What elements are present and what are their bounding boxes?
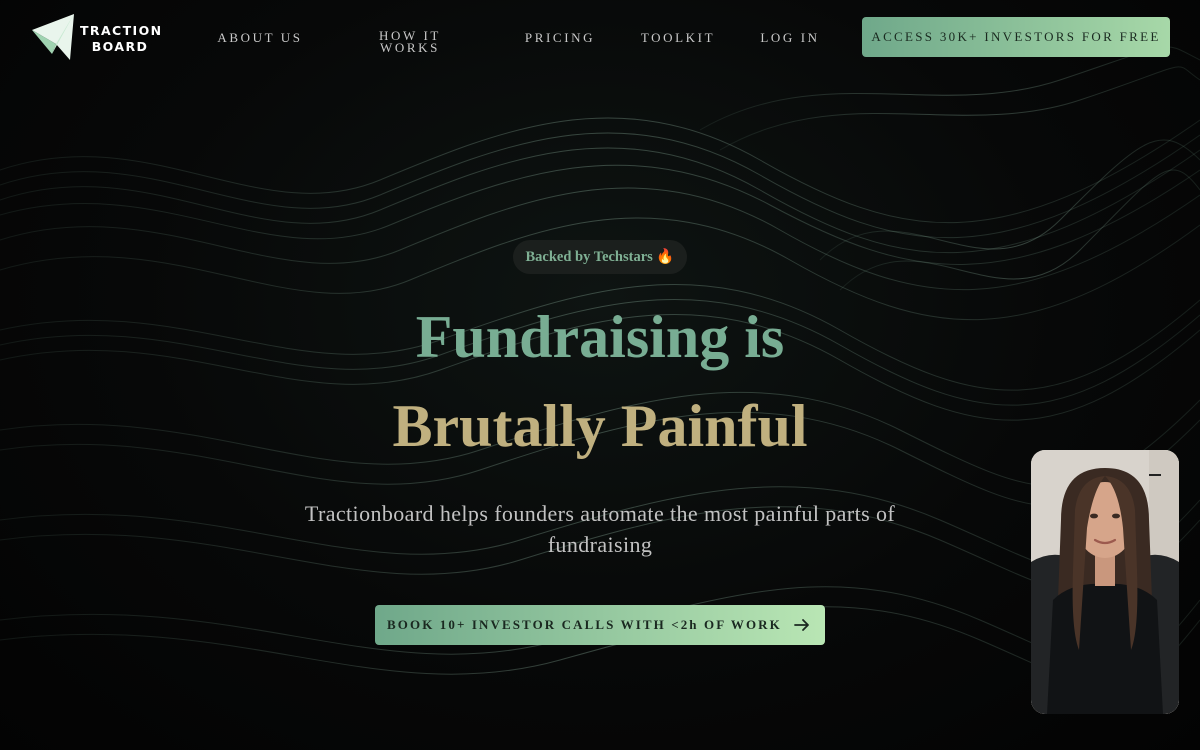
nav-log-in[interactable]: LOG IN: [748, 31, 832, 44]
top-nav: TRACTION BOARD ABOUT US HOW IT WORKS PRI…: [0, 0, 1200, 76]
hero-title-line-2: Brutally Painful: [392, 393, 808, 459]
book-investor-calls-button[interactable]: BOOK 10+ INVESTOR CALLS WITH <2h OF WORK: [375, 605, 825, 645]
presenter-video: [1031, 450, 1179, 714]
nav-pricing[interactable]: PRICING: [512, 31, 608, 44]
nav-toolkit[interactable]: TOOLKIT: [630, 31, 726, 44]
logo-text: TRACTION BOARD: [80, 23, 163, 55]
access-investors-button[interactable]: ACCESS 30K+ INVESTORS FOR FREE: [862, 17, 1170, 57]
logo-line-2: BOARD: [91, 39, 149, 54]
nav-about-us[interactable]: ABOUT US: [210, 31, 310, 44]
nav-how-it-works[interactable]: HOW IT WORKS: [360, 29, 460, 55]
hero-title-line-1: Fundraising is: [415, 304, 785, 370]
minimize-icon[interactable]: [1148, 468, 1162, 482]
landing-page: TRACTION BOARD ABOUT US HOW IT WORKS PRI…: [0, 0, 1200, 750]
techstars-badge: Backed by Techstars 🔥: [513, 240, 687, 274]
nav-how-line-2: WORKS: [380, 40, 440, 55]
video-widget[interactable]: [1031, 450, 1179, 714]
logo[interactable]: TRACTION BOARD: [32, 14, 162, 62]
book-investor-calls-label: BOOK 10+ INVESTOR CALLS WITH <2h OF WORK: [387, 617, 782, 632]
logo-line-1: TRACTION: [80, 23, 163, 38]
hero-subtitle: Tractionboard helps founders automate th…: [304, 501, 896, 557]
arrow-right-icon: [794, 619, 809, 631]
paper-plane-icon: [32, 14, 74, 60]
